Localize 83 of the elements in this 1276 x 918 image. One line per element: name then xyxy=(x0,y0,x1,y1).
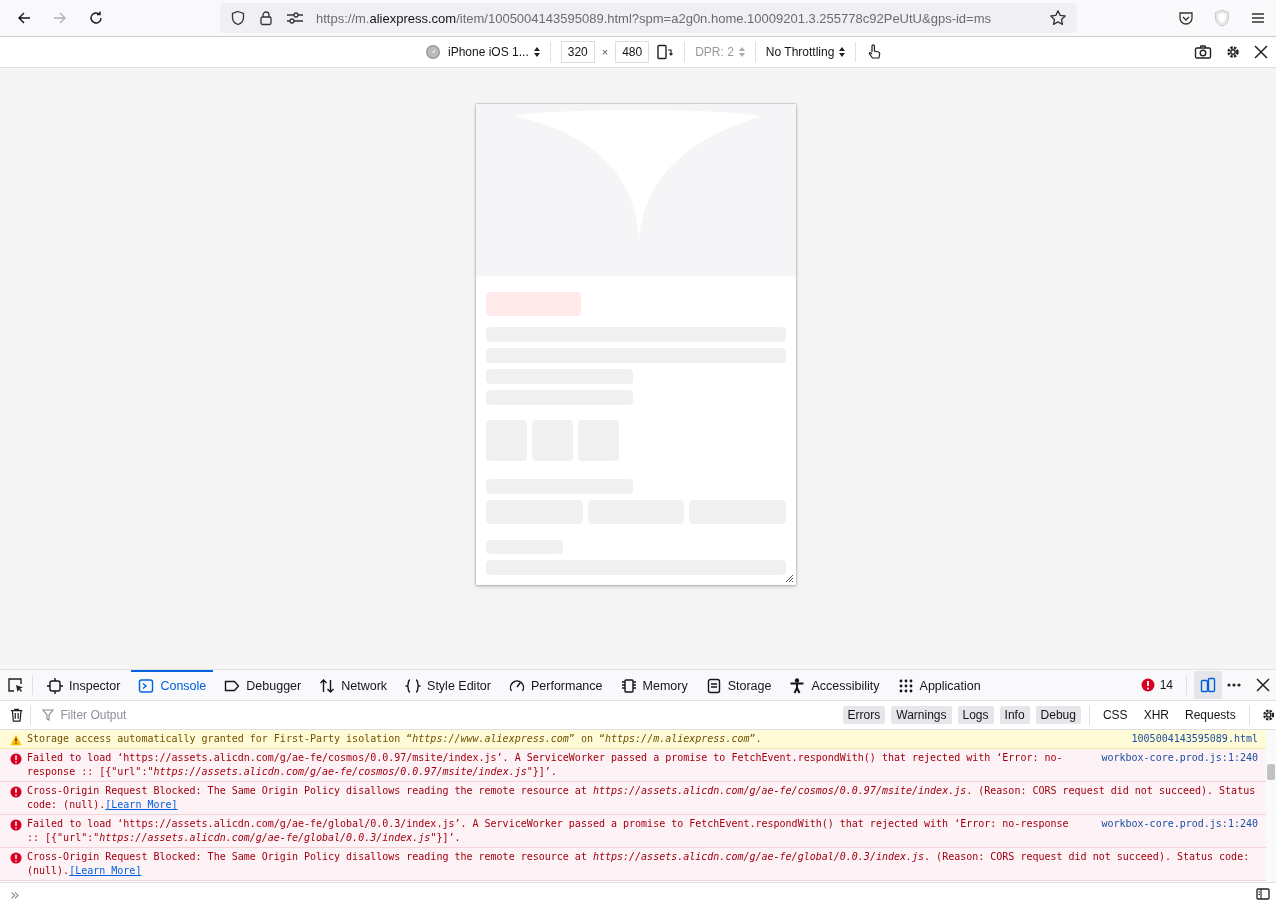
devtools-tab[interactable]: Network xyxy=(312,670,395,700)
source-link[interactable]: workbox-core.prod.js:1:240 xyxy=(1101,817,1258,831)
device-selector[interactable]: iPhone iOS 1... xyxy=(448,45,540,59)
category-filter-button[interactable]: CSS xyxy=(1097,706,1133,724)
error-icon xyxy=(10,753,22,765)
scrollbar[interactable] xyxy=(1266,730,1276,882)
forward-arrow-icon xyxy=(52,10,68,26)
dock-icon xyxy=(1200,677,1216,693)
prompt-chevron: » xyxy=(10,884,20,904)
height-field[interactable]: 480 xyxy=(615,41,650,63)
application-icon xyxy=(897,678,914,694)
width-field[interactable]: 320 xyxy=(560,41,595,63)
level-filter-button[interactable]: Info xyxy=(999,706,1030,724)
source-link[interactable]: workbox-core.prod.js:1:240 xyxy=(1101,751,1258,765)
dock-side-button[interactable] xyxy=(1194,671,1222,699)
memory-icon xyxy=(620,678,637,694)
scrollbar-thumb[interactable] xyxy=(1267,764,1275,780)
level-filter-button[interactable]: Logs xyxy=(957,706,994,724)
level-filter-button[interactable]: Debug xyxy=(1035,706,1081,724)
camera-icon[interactable] xyxy=(1194,44,1212,60)
filter-field[interactable]: Filter Output xyxy=(58,707,838,723)
back-arrow-icon xyxy=(16,10,32,26)
settings-icon[interactable] xyxy=(1225,44,1241,60)
devtools-tab[interactable]: Memory xyxy=(613,670,695,700)
touch-hand-icon[interactable] xyxy=(866,43,883,61)
category-filter-button[interactable]: Requests xyxy=(1179,706,1241,724)
message-text: Cross-Origin Request Blocked: The Same Origin Policy disallows reading the remote resource at https://assets.alicdn.com/g/ae-fe/global/0.0.3/index.js. (Reason: CORS request did not succeed). Status code: (null).[Learn More] xyxy=(27,850,1251,878)
devtools-tab[interactable]: Performance xyxy=(501,670,610,700)
error-count[interactable]: 14 xyxy=(1140,678,1173,692)
devtools-tab[interactable]: Accessibility xyxy=(782,670,887,700)
throttling-selector[interactable]: No Throttling xyxy=(765,45,846,59)
style-icon xyxy=(405,678,422,694)
message-text: Failed to load ‘https://assets.alicdn.com/g/ae-fe/cosmos/0.0.97/msite/index.js’. A ServiceWorker passed a promise to FetchEvent.respondWith() that rejected with ‘Error: no-response :: [{"url":"https://assets.alicdn.com/g/ae-fe/cosmos/0.0.97/msite/index.js"}]’. xyxy=(27,751,1064,779)
trash-icon[interactable] xyxy=(10,707,24,723)
star-icon[interactable] xyxy=(1049,9,1067,27)
source-link[interactable]: 1005004143595089.html xyxy=(1131,732,1258,746)
menu-icon[interactable] xyxy=(1250,10,1266,26)
close-icon[interactable] xyxy=(1254,45,1268,59)
learn-more-link[interactable]: [Learn More] xyxy=(105,799,178,810)
reload-icon xyxy=(88,10,104,26)
warning-icon xyxy=(10,734,22,746)
message-text: Failed to load ‘https://assets.alicdn.com/g/ae-fe/global/0.0.3/index.js’. A ServiceWorker passed a promise to FetchEvent.respondWith() that rejected with ‘Error: no-response :: [{"url":"https://assets.alicdn.com/g/ae-fe/global/0.0.3/index.js"}]’. xyxy=(27,817,1070,845)
times-sign: × xyxy=(601,46,609,58)
permissions-icon xyxy=(286,10,304,26)
performance-icon xyxy=(508,678,525,694)
lock-icon xyxy=(258,10,274,26)
pocket-icon[interactable] xyxy=(1178,10,1194,26)
shield-icon xyxy=(230,10,246,26)
resize-grip-icon[interactable] xyxy=(784,573,794,583)
address-bar[interactable]: https://m.aliexpress.com/item/1005004143595089.html?spm=a2g0n.home.10009201.3.255778c92PeUtU&gps-id=ms xyxy=(220,3,1077,33)
devtools-tab[interactable]: Inspector xyxy=(40,670,128,700)
level-filter-button[interactable]: Errors xyxy=(842,706,886,724)
settings-icon[interactable] xyxy=(1260,707,1276,723)
element-picker-icon[interactable] xyxy=(7,677,25,693)
devtools-tab[interactable]: Application xyxy=(890,670,988,700)
error-icon xyxy=(10,819,22,831)
category-filter-button[interactable]: XHR xyxy=(1138,706,1174,724)
accessibility-icon xyxy=(789,678,806,694)
storage-icon xyxy=(705,678,722,694)
inspector-icon xyxy=(47,678,63,694)
error-icon xyxy=(10,786,22,798)
editor-mode-icon[interactable] xyxy=(1256,887,1270,901)
devtools-tab[interactable]: Debugger xyxy=(217,670,309,700)
filter-icon xyxy=(42,709,55,721)
level-filter-button[interactable]: Warnings xyxy=(891,706,952,724)
rotate-device-icon[interactable] xyxy=(656,44,675,60)
devtools-tab[interactable]: Console xyxy=(131,670,214,700)
network-icon xyxy=(319,678,336,694)
learn-more-link[interactable]: [Learn More] xyxy=(69,865,142,876)
console-icon xyxy=(138,678,155,694)
error-icon xyxy=(1140,678,1155,692)
error-icon xyxy=(10,852,22,864)
sort-arrows-icon xyxy=(738,47,745,57)
devtools-tab[interactable]: Style Editor xyxy=(398,670,498,700)
sort-arrows-icon xyxy=(533,47,540,57)
sort-arrows-icon xyxy=(839,47,846,57)
message-text: Cross-Origin Request Blocked: The Same Origin Policy disallows reading the remote resource at https://assets.alicdn.com/g/ae-fe/cosmos/0.0.97/msite/index.js. (Reason: CORS request did not succeed). Status code: (null).[Learn More] xyxy=(27,784,1257,812)
close-icon[interactable] xyxy=(1256,678,1270,692)
url-text: https://m.aliexpress.com/item/1005004143595089.html?spm=a2g0n.home.10009201.3.255778c92PeUtU&gps-id=ms xyxy=(316,10,992,26)
devtools-tab[interactable]: Storage xyxy=(698,670,779,700)
debugger-icon xyxy=(224,678,241,694)
compass-icon xyxy=(425,44,441,60)
message-text: Storage access automatically granted for First-Party isolation “https://www.aliexpress.com” on “https://m.aliexpress.com”. xyxy=(27,732,763,746)
